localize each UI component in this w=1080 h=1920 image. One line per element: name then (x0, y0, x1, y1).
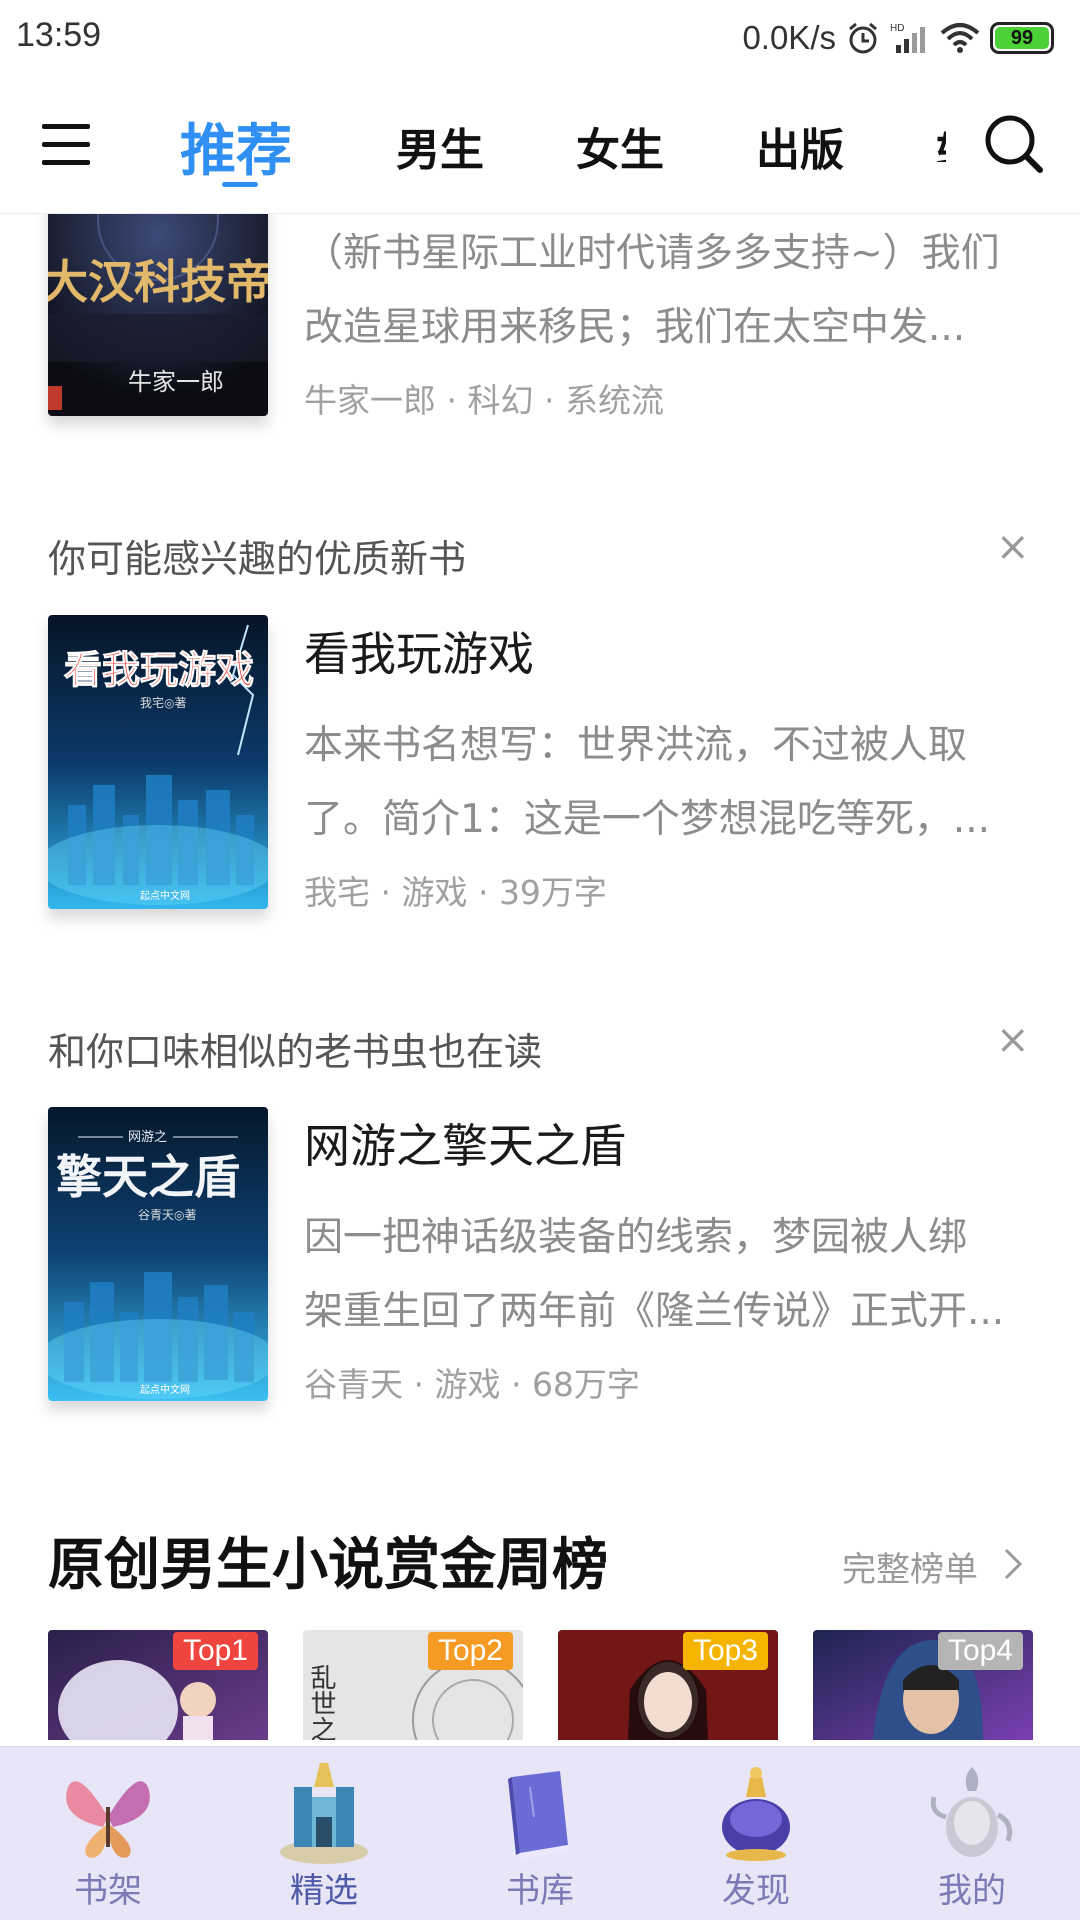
desc-line: 改造星球用来移民；我们在太空中发... (304, 305, 966, 350)
desc-line: 本来书名想写：世界洪流，不过被人取 (304, 723, 968, 768)
desc-line: 因一把神话级装备的线索，梦园被人绑 (304, 1215, 968, 1260)
tab-more-partial[interactable]: 轻 (936, 118, 946, 162)
desc-line: 架重生回了两年前《隆兰传说》正式开... (304, 1289, 1005, 1334)
tab-active-indicator (222, 182, 258, 187)
bottom-nav-discover[interactable]: 发现 (648, 1747, 864, 1920)
tab-female[interactable]: 女生 (576, 114, 664, 178)
bottom-nav-featured[interactable]: 精选 (216, 1747, 432, 1920)
treasure-pot-icon (722, 1767, 790, 1861)
bottom-nav-mine[interactable]: 我的 (864, 1747, 1080, 1920)
status-time: 13:59 (16, 16, 102, 54)
castle-icon (280, 1763, 368, 1864)
battery-icon: 99 (990, 22, 1054, 54)
book-cover-second[interactable]: 看我玩游戏 我宅◎著 起点中文网 (48, 615, 268, 909)
desc-line: 了。简介1：这是一个梦想混吃等死，... (304, 797, 991, 842)
svg-text:HD: HD (890, 23, 904, 34)
rank-badge: Top4 (937, 1632, 1023, 1670)
cover-title-text: 乱世之金 (306, 1664, 336, 1740)
book-cover-third[interactable]: 网游之 擎天之盾 谷青天◎著 起点中文网 (48, 1107, 268, 1401)
bottom-nav-label: 发现 (722, 1871, 790, 1911)
close-icon[interactable]: × (996, 524, 1030, 570)
search-icon[interactable] (982, 112, 1046, 176)
bottom-nav-label: 书架 (74, 1871, 142, 1911)
cover-author-text: 谷青天◎著 (138, 1208, 196, 1222)
cover-author-text: 我宅◎著 (140, 695, 186, 710)
ranking-title: 原创男生小说赏金周榜 (48, 1532, 608, 1598)
bottom-nav-label: 我的 (938, 1871, 1006, 1911)
cover-subtitle-text: 网游之 (128, 1130, 167, 1145)
tab-male[interactable]: 男生 (396, 114, 484, 178)
tab-publish[interactable]: 出版 (756, 114, 844, 178)
cover-publisher-text: 起点中文网 (140, 889, 190, 902)
bottom-nav-label: 书库 (506, 1871, 574, 1911)
book-cover-art: 看我玩游戏 我宅◎著 起点中文网 (48, 615, 268, 909)
net-speed: 0.0K/s (742, 19, 836, 56)
battery-level: 99 (995, 27, 1049, 49)
desc-line: （新书星际工业时代请多多支持~）我们 (304, 231, 1000, 276)
top-nav: 推荐 男生 女生 出版 轻 (0, 76, 1080, 214)
cover-author-text: 牛家一郎 (128, 368, 224, 396)
chevron-right-icon[interactable] (1000, 1546, 1026, 1582)
ranking-card-2[interactable]: 乱世之金 Top2 (303, 1630, 523, 1740)
bottom-nav-label: 精选 (290, 1871, 358, 1911)
book-cover-first[interactable]: 大汉科技帝国 牛家一郎 (48, 190, 268, 416)
ranking-more-link[interactable]: 完整榜单 (842, 1542, 978, 1591)
ranking-card-3[interactable]: Top3 (558, 1630, 778, 1740)
cover-title-text: 擎天之盾 (56, 1150, 240, 1204)
book-desc-first: （新书星际工业时代请多多支持~）我们 改造星球用来移民；我们在太空中发... (304, 217, 1034, 365)
tab-recommend[interactable]: 推荐 (180, 106, 292, 187)
section-label-new-books: 你可能感兴趣的优质新书 (48, 537, 467, 581)
butterfly-icon (66, 1781, 150, 1858)
book-meta-second: 我宅 · 游戏 · 39万字 (304, 873, 607, 912)
wifi-icon (940, 23, 980, 53)
book-meta-third: 谷青天 · 游戏 · 68万字 (304, 1365, 640, 1404)
ranking-card-4[interactable]: Top4 (813, 1630, 1033, 1740)
book-desc-second: 本来书名想写：世界洪流，不过被人取 了。简介1：这是一个梦想混吃等死，... (304, 709, 1034, 857)
book-title-third[interactable]: 网游之擎天之盾 (304, 1110, 626, 1176)
signal-icon: HD (890, 23, 925, 53)
rank-badge: Top1 (172, 1632, 258, 1670)
alarm-icon (849, 22, 877, 54)
cover-title-text: 大汉科技帝国 (48, 255, 268, 309)
book-cover-art: 大汉科技帝国 牛家一郎 (48, 190, 268, 416)
book-desc-third: 因一把神话级装备的线索，梦园被人绑 架重生回了两年前《隆兰传说》正式开... (304, 1201, 1034, 1349)
teapot-icon (930, 1767, 1013, 1857)
cover-title-text: 看我玩游戏 (64, 647, 254, 692)
status-icons: 0.0K/s HD 99 (742, 16, 1054, 60)
book-meta-first: 牛家一郎 · 科幻 · 系统流 (304, 381, 664, 420)
book-icon (508, 1771, 570, 1859)
close-icon[interactable]: × (996, 1017, 1030, 1063)
bottom-nav-bookshelf[interactable]: 书架 (0, 1747, 216, 1920)
cover-publisher-text: 起点中文网 (140, 1383, 190, 1396)
bottom-nav: 书架 精选 书库 发现 我的 (0, 1746, 1080, 1920)
rank-badge: Top2 (427, 1632, 513, 1670)
bottom-nav-library[interactable]: 书库 (432, 1747, 648, 1920)
rank-badge: Top3 (682, 1632, 768, 1670)
status-bar: 13:59 0.0K/s HD 99 (0, 0, 1080, 76)
ranking-card-1[interactable]: Top1 (48, 1630, 268, 1740)
section-label-similar-readers: 和你口味相似的老书虫也在读 (48, 1030, 543, 1074)
menu-icon[interactable] (40, 116, 92, 172)
book-title-second[interactable]: 看我玩游戏 (304, 618, 534, 684)
book-cover-art: 网游之 擎天之盾 谷青天◎著 起点中文网 (48, 1107, 268, 1401)
